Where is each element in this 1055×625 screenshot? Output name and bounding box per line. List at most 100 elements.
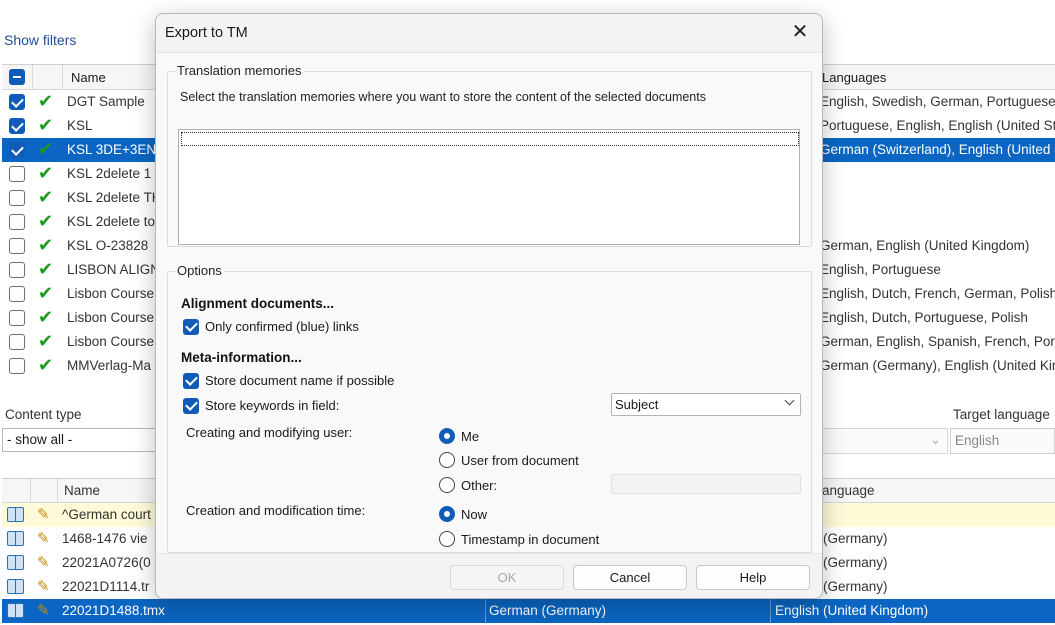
column-header-name[interactable]: Name [64,483,159,498]
user-other-radio[interactable] [439,477,455,493]
source-language-select: ⌄ [820,428,948,454]
checkmark-icon: ✔ [38,139,54,159]
keywords-field-value: Subject [615,397,659,412]
book-icon [7,603,24,618]
document-name: KSL [67,118,93,133]
only-confirmed-checkbox[interactable] [183,319,199,335]
close-icon[interactable]: ✕ [788,21,812,45]
row-checkbox[interactable] [9,94,25,110]
column-separator [32,65,33,89]
document-name: Lisbon Course [67,310,155,325]
cancel-button[interactable]: Cancel [573,565,687,590]
export-to-tm-dialog: Export to TM ✕ Translation memories Sele… [155,13,823,599]
entry-name: 1468-1476 vie [62,531,148,546]
row-checkbox[interactable] [9,334,25,350]
options-group: Options Alignment documents... Only conf… [167,263,812,553]
entry-language: (Germany) [823,555,888,570]
only-confirmed-label[interactable]: Only confirmed (blue) links [205,319,359,334]
translation-memories-group: Translation memories Select the translat… [167,63,812,247]
document-languages: German, English (United Kingdom) [820,238,1030,253]
row-checkbox[interactable] [9,286,25,302]
store-document-name-checkbox[interactable] [183,373,199,389]
pencil-icon: ✎ [37,578,50,595]
creation-time-label: Creation and modification time: [186,503,366,518]
entry-row[interactable]: ✎ 22021D1488.tmx German (Germany) English (… [2,599,1055,623]
time-now-label[interactable]: Now [461,507,487,522]
store-keywords-checkbox[interactable] [183,398,199,414]
document-name: KSL 3DE+3EN [67,142,157,157]
row-checkbox[interactable] [9,262,25,278]
row-checkbox[interactable] [9,214,25,230]
timestamp-in-document-radio[interactable] [439,531,455,547]
ok-button[interactable]: OK [450,565,564,590]
time-now-radio[interactable] [439,506,455,522]
checkmark-icon: ✔ [38,187,54,207]
entry-source-language: German (Germany) [489,603,607,618]
document-name: KSL 2delete to [67,214,156,229]
entry-target-language: English (United Kingdom) [775,603,929,618]
document-name: KSL 2delete TH [67,190,157,205]
timestamp-in-document-label[interactable]: Timestamp in document [461,532,599,547]
alignment-documents-heading: Alignment documents... [181,296,335,311]
show-filters-link[interactable]: Show filters [4,32,76,48]
row-checkbox[interactable] [9,358,25,374]
checkmark-icon: ✔ [38,307,54,327]
target-language-select[interactable]: English [950,428,1055,454]
store-keywords-label[interactable]: Store keywords in field: [205,398,339,413]
column-separator [62,65,63,89]
book-icon [7,507,24,522]
document-languages: English, Portuguese [820,262,941,277]
pencil-icon: ✎ [37,530,50,547]
user-me-radio[interactable] [439,428,455,444]
user-other-label[interactable]: Other: [461,478,497,493]
translation-memories-list[interactable] [178,129,800,245]
row-checkbox[interactable] [9,118,25,134]
document-name: MMVerlag-Ma [67,358,152,373]
checkmark-icon: ✔ [38,283,54,303]
checkmark-icon: ✔ [38,115,54,135]
row-checkbox[interactable] [9,238,25,254]
other-user-input[interactable] [611,474,801,494]
entry-name: 22021D1488.tmx [62,603,165,618]
content-type-select[interactable]: - show all - [2,428,162,452]
document-name: LISBON ALIGN [67,262,157,277]
row-checkbox[interactable] [9,142,25,158]
entry-language: (Germany) [823,579,888,594]
chevron-down-icon: ⌄ [930,432,941,447]
store-document-name-label[interactable]: Store document name if possible [205,373,394,388]
column-header-language[interactable]: anguage [822,483,875,498]
translation-memories-group-title: Translation memories [175,63,304,78]
document-languages: German, English, Spanish, French, Portu [820,334,1055,349]
row-checkbox[interactable] [9,166,25,182]
column-header-name[interactable]: Name [71,70,106,85]
help-button[interactable]: Help [696,565,810,590]
checkmark-icon: ✔ [38,259,54,279]
checkmark-icon: ✔ [38,331,54,351]
entry-name: ^German court [62,507,151,522]
creating-user-label: Creating and modifying user: [186,425,353,440]
document-name: Lisbon Course [67,286,155,301]
checkmark-icon: ✔ [38,355,54,375]
entry-name: 22021A0726(0 [62,555,151,570]
translation-memories-hint: Select the translation memories where yo… [180,90,706,104]
options-group-title: Options [175,263,224,278]
target-language-label: Target language [953,407,1050,422]
entry-language: (Germany) [823,531,888,546]
row-checkbox[interactable] [9,190,25,206]
user-from-document-radio[interactable] [439,452,455,468]
dialog-body: Translation memories Select the translat… [156,52,822,554]
pencil-icon: ✎ [37,554,50,571]
document-languages: German (Switzerland), English (United S [820,142,1055,157]
pencil-icon: ✎ [37,602,50,619]
user-from-document-label[interactable]: User from document [461,453,579,468]
dialog-title: Export to TM [165,25,248,41]
document-languages: English, Dutch, Portuguese, Polish [820,310,1028,325]
checkmark-icon: ✔ [38,211,54,231]
user-me-label[interactable]: Me [461,429,479,444]
meta-information-heading: Meta-information... [181,350,302,365]
row-checkbox[interactable] [9,310,25,326]
column-header-languages[interactable]: Languages [822,70,886,85]
checkmark-icon: ✔ [38,235,54,255]
keywords-field-select[interactable]: Subject [611,393,801,416]
select-all-checkbox[interactable] [9,69,25,85]
